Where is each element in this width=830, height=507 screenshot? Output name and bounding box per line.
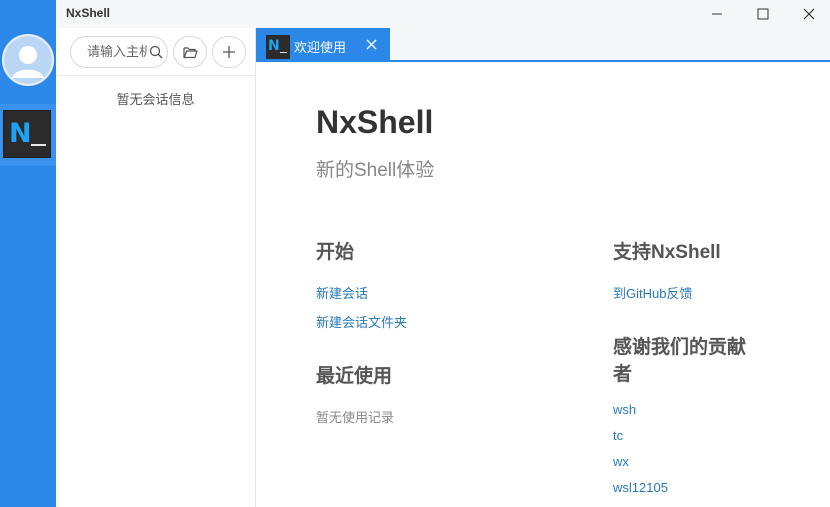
tab-bar: N 欢迎使用 bbox=[256, 28, 830, 62]
plus-icon bbox=[223, 46, 235, 58]
new-session-folder-link[interactable]: 新建会话文件夹 bbox=[316, 312, 407, 331]
github-feedback-link[interactable]: 到GitHub反馈 bbox=[613, 283, 692, 302]
tab-logo-letter: N bbox=[268, 38, 280, 54]
close-button[interactable] bbox=[786, 0, 830, 28]
thanks-heading-line2: 者 bbox=[613, 364, 633, 385]
welcome-subtitle: 新的Shell体验 bbox=[316, 160, 435, 181]
search-icon[interactable] bbox=[149, 45, 163, 59]
window-title: NxShell bbox=[66, 6, 111, 20]
nxshell-terminal-icon[interactable]: N bbox=[3, 110, 51, 158]
minimize-button[interactable] bbox=[694, 0, 740, 28]
welcome-title: NxShell bbox=[316, 104, 434, 140]
thanks-heading-line1: 感谢我们的贡献 bbox=[613, 337, 747, 358]
minimize-icon bbox=[712, 13, 722, 15]
nxshell-terminal-icon: N bbox=[266, 35, 290, 59]
recent-heading: 最近使用 bbox=[316, 366, 393, 387]
new-session-link[interactable]: 新建会话 bbox=[316, 283, 368, 302]
tab-welcome[interactable]: N 欢迎使用 bbox=[256, 28, 390, 60]
rail-app-letter: N bbox=[9, 118, 32, 149]
open-folder-button[interactable] bbox=[173, 36, 207, 68]
folder-open-icon bbox=[182, 46, 198, 58]
support-heading: 支持NxShell bbox=[613, 242, 721, 263]
tab-label: 欢迎使用 bbox=[294, 40, 347, 55]
welcome-page: NxShell 新的Shell体验 开始 新建会话 新建会话文件夹 最近使用 暂… bbox=[256, 64, 830, 507]
empty-session-text: 暂无会话信息 bbox=[116, 92, 195, 107]
session-toolbar bbox=[56, 28, 255, 76]
title-bar: NxShell bbox=[56, 0, 830, 28]
contributor-link[interactable]: wsl12105 bbox=[613, 480, 668, 495]
contributor-link[interactable]: tc bbox=[613, 428, 623, 443]
recent-empty-text: 暂无使用记录 bbox=[316, 410, 395, 425]
contributor-link[interactable]: wsh bbox=[613, 402, 636, 417]
tab-close-icon[interactable] bbox=[366, 39, 377, 50]
user-avatar-icon[interactable] bbox=[2, 34, 54, 86]
maximize-button[interactable] bbox=[740, 0, 786, 28]
tab-logo-underscore bbox=[280, 52, 287, 53]
start-heading: 开始 bbox=[316, 242, 355, 263]
contributor-link[interactable]: wx bbox=[613, 454, 629, 469]
session-panel: 暂无会话信息 bbox=[56, 28, 256, 507]
close-icon bbox=[803, 8, 815, 20]
add-session-button[interactable] bbox=[212, 36, 246, 68]
rail-app-underscore bbox=[31, 144, 46, 146]
maximize-icon bbox=[757, 8, 769, 20]
app-rail: N bbox=[0, 0, 56, 507]
search-box[interactable] bbox=[70, 36, 168, 68]
search-input[interactable] bbox=[87, 44, 147, 59]
